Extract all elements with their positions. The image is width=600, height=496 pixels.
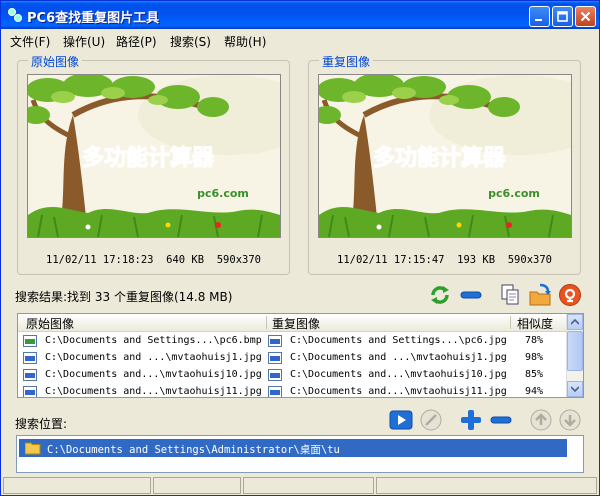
row-similarity: 94% (525, 386, 544, 397)
column-duplicate[interactable]: 重复图像 (272, 315, 320, 332)
chevron-up-icon (571, 319, 579, 325)
stop-icon[interactable] (419, 408, 443, 432)
column-separator[interactable] (510, 316, 511, 329)
search-location-label: 搜索位置: (15, 417, 68, 431)
scroll-thumb[interactable] (567, 331, 583, 371)
original-panel-title: 原始图像 (28, 53, 83, 70)
jpg-file-icon (268, 386, 282, 397)
original-time: 17:18:23 (102, 254, 154, 266)
duplicate-image-brand: pc6.com (488, 187, 540, 200)
search-location-path: C:\Documents and Settings\Administrator\… (47, 444, 340, 456)
jpg-file-icon (268, 369, 282, 381)
row-original-path: C:\Documents and...\mvtaohuisj11.jpg (45, 386, 262, 397)
delete-icon[interactable] (558, 283, 582, 307)
original-date: 11/02/11 (46, 254, 97, 266)
search-result-summary: 搜索结果:找到 33 个重复图像(14.8 MB) (15, 290, 233, 304)
column-similarity[interactable]: 相似度 (517, 315, 553, 332)
add-icon[interactable] (459, 408, 483, 432)
title-bar[interactable]: PC6查找重复图片工具 (1, 1, 599, 29)
refresh-icon[interactable] (428, 283, 452, 307)
table-row[interactable]: C:\Documents and ...\mvtaohuisj1.jpg C:\… (18, 350, 567, 367)
original-image-preview[interactable]: 多功能计算器 pc6.com (27, 74, 281, 238)
duplicate-image-panel: 重复图像 多功能计算器 pc6.com 11/02/11 17:15:47 19… (308, 53, 581, 275)
maximize-button[interactable] (552, 6, 573, 27)
duplicate-image-info: 11/02/11 17:15:47 193 KB 590x370 (309, 254, 580, 266)
close-button[interactable] (575, 6, 596, 27)
folder-icon (25, 442, 41, 455)
search-location-item[interactable]: C:\Documents and Settings\Administrator\… (19, 439, 567, 457)
jpg-file-icon (268, 335, 282, 347)
table-row[interactable]: C:\Documents and...\mvtaohuisj11.jpg C:\… (18, 384, 567, 397)
jpg-file-icon (268, 352, 282, 364)
search-location-list[interactable]: C:\Documents and Settings\Administrator\… (16, 435, 584, 473)
copy-icon[interactable] (498, 283, 522, 307)
column-original[interactable]: 原始图像 (26, 315, 74, 332)
original-size: 640 KB (166, 254, 205, 266)
row-original-path: C:\Documents and ...\mvtaohuisj1.jpg (45, 352, 262, 363)
row-duplicate-path: C:\Documents and...\mvtaohuisj11.jpg (290, 386, 507, 397)
duplicate-time: 17:15:47 (393, 254, 445, 266)
jpg-file-icon (23, 386, 37, 397)
duplicate-date: 11/02/11 (337, 254, 388, 266)
duplicate-dimensions: 590x370 (507, 254, 552, 266)
window-title: PC6查找重复图片工具 (27, 11, 160, 26)
results-list[interactable]: 原始图像 重复图像 相似度 C:\Documents and Settings.… (17, 313, 584, 398)
bmp-file-icon (23, 335, 37, 347)
jpg-file-icon (23, 352, 37, 364)
original-image-brand: pc6.com (197, 187, 249, 200)
menu-file[interactable]: 文件(F) (10, 33, 50, 50)
duplicate-image-illustration: 多功能计算器 pc6.com (319, 75, 571, 237)
minimize-icon (535, 19, 542, 21)
results-scrollbar[interactable] (566, 314, 583, 397)
table-row[interactable]: C:\Documents and Settings...\pc6.bmp C:\… (18, 333, 567, 350)
move-icon[interactable] (528, 283, 552, 307)
down-icon[interactable] (558, 408, 582, 432)
scroll-up-button[interactable] (567, 314, 583, 330)
status-cell (153, 477, 241, 494)
scroll-down-button[interactable] (567, 381, 583, 397)
menu-help[interactable]: 帮助(H) (224, 33, 266, 50)
jpg-file-icon (23, 369, 37, 381)
up-icon[interactable] (529, 408, 553, 432)
play-icon[interactable] (389, 408, 413, 432)
duplicate-image-preview[interactable]: 多功能计算器 pc6.com (318, 74, 572, 238)
app-window: PC6查找重复图片工具 文件(F) 操作(U) 路径(P) 搜索(S) 帮助(H… (0, 0, 600, 496)
original-image-info: 11/02/11 17:18:23 640 KB 590x370 (18, 254, 289, 266)
original-image-caption: 多功能计算器 (82, 145, 215, 171)
results-list-header: 原始图像 重复图像 相似度 (18, 314, 567, 332)
duplicate-image-caption: 多功能计算器 (373, 145, 506, 171)
row-duplicate-path: C:\Documents and Settings...\pc6.jpg (290, 335, 507, 346)
table-row[interactable]: C:\Documents and...\mvtaohuisj10.jpg C:\… (18, 367, 567, 384)
maximize-icon (557, 11, 568, 22)
duplicate-size: 193 KB (457, 254, 496, 266)
menu-path[interactable]: 路径(P) (116, 33, 157, 50)
status-cell (243, 477, 374, 494)
original-image-panel: 原始图像 多功能计算器 pc6.com 11/02/11 17:18:23 64… (17, 53, 290, 275)
remove-icon[interactable] (459, 283, 483, 307)
duplicate-panel-title: 重复图像 (319, 53, 374, 70)
column-separator[interactable] (266, 316, 267, 329)
menu-bar: 文件(F) 操作(U) 路径(P) 搜索(S) 帮助(H) (4, 30, 598, 50)
row-similarity: 78% (525, 335, 544, 346)
status-cell (3, 477, 151, 494)
menu-operate[interactable]: 操作(U) (63, 33, 105, 50)
row-similarity: 98% (525, 352, 544, 363)
row-duplicate-path: C:\Documents and...\mvtaohuisj10.jpg (290, 369, 507, 380)
minimize-button[interactable] (529, 6, 550, 27)
row-original-path: C:\Documents and...\mvtaohuisj10.jpg (45, 369, 262, 380)
app-icon (8, 8, 22, 22)
row-similarity: 85% (525, 369, 544, 380)
row-duplicate-path: C:\Documents and ...\mvtaohuisj1.jpg (290, 352, 507, 363)
close-icon (580, 11, 591, 22)
minus-icon[interactable] (489, 408, 513, 432)
chevron-down-icon (571, 386, 579, 392)
row-original-path: C:\Documents and Settings...\pc6.bmp (45, 335, 262, 346)
menu-search[interactable]: 搜索(S) (170, 33, 211, 50)
original-dimensions: 590x370 (216, 254, 261, 266)
original-image-illustration: 多功能计算器 pc6.com (28, 75, 280, 237)
status-bar (3, 477, 599, 495)
status-cell (376, 477, 597, 494)
